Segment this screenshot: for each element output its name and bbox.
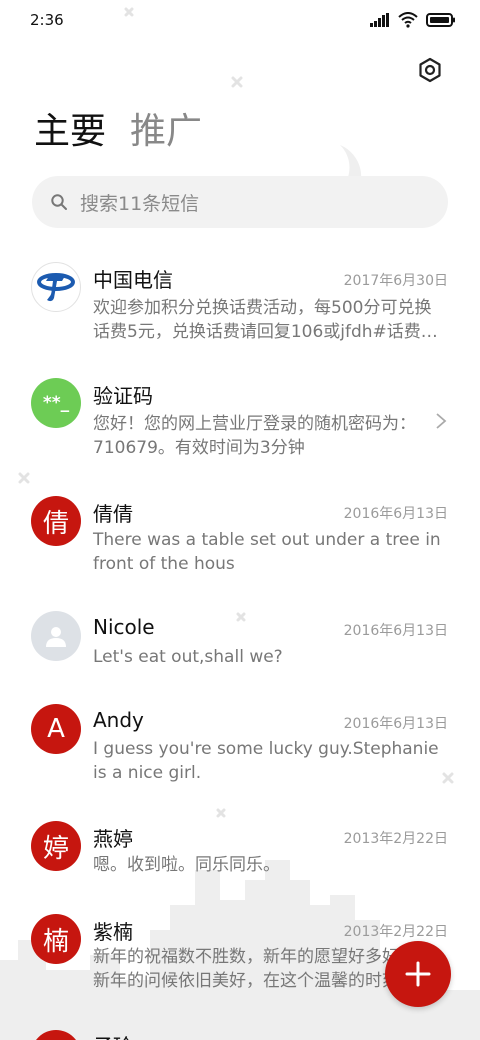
avatar: **_ xyxy=(31,378,81,428)
message-item[interactable]: **_ 验证码 您好！您的网上营业厅登录的随机密码为：710679。有效时间为3… xyxy=(0,370,480,470)
gear-icon xyxy=(419,57,441,83)
tab-primary[interactable]: 主要 xyxy=(34,108,106,156)
message-sender: 燕婷 xyxy=(93,827,133,851)
avatar xyxy=(31,262,81,312)
signal-icon xyxy=(370,13,389,27)
message-preview: 欢迎参加积分兑换话费活动，每500分可兑换话费5元，兑换话费请回复106或jfd… xyxy=(93,298,438,342)
message-item[interactable]: 中国电信 2017年6月30日 欢迎参加积分兑换话费活动，每500分可兑换话费5… xyxy=(0,250,480,360)
message-sender: Nicole xyxy=(93,615,155,639)
chevron-right-icon[interactable] xyxy=(434,412,448,430)
avatar-text: **_ xyxy=(42,393,70,413)
message-date: 2013年2月22日 xyxy=(343,831,448,847)
status-time: 2:36 xyxy=(30,11,64,29)
avatar-text: 倩 xyxy=(42,508,69,539)
message-sender: 倩倩 xyxy=(93,502,133,526)
china-telecom-logo-icon xyxy=(37,273,75,302)
message-date: 2017年6月30日 xyxy=(343,273,448,289)
message-sender: 子玲 xyxy=(93,1030,133,1040)
search-icon xyxy=(51,194,67,210)
search-placeholder: 搜索11条短信 xyxy=(80,192,200,215)
status-bar: 2:36 xyxy=(0,0,480,42)
avatar: 楠 xyxy=(31,914,81,964)
message-preview: I guess you're some lucky guy.Stephanie … xyxy=(93,739,439,783)
message-item[interactable]: A Andy 2016年6月13日 I guess you're some lu… xyxy=(0,700,480,800)
message-date: 2016年6月13日 xyxy=(343,716,448,732)
message-sender: Andy xyxy=(93,708,144,732)
message-item[interactable]: Nicole 2016年6月13日 Let's eat out,shall we… xyxy=(0,605,480,685)
message-preview: There was a table set out under a tree i… xyxy=(93,530,441,574)
wifi-icon xyxy=(398,12,418,28)
avatar: 婷 xyxy=(31,821,81,871)
avatar-text: 婷 xyxy=(42,833,69,864)
tab-promotions[interactable]: 推广 xyxy=(130,108,202,156)
tab-bar: 主要 推广 xyxy=(34,108,202,156)
message-item[interactable]: 婷 燕婷 2013年2月22日 嗯。收到啦。同乐同乐。 xyxy=(0,815,480,895)
message-date: 2016年6月13日 xyxy=(343,623,448,639)
message-preview: 嗯。收到啦。同乐同乐。 xyxy=(93,855,280,875)
compose-button[interactable] xyxy=(385,941,451,1007)
avatar xyxy=(31,611,81,661)
avatar: 倩 xyxy=(31,496,81,546)
message-item[interactable]: 倩 倩倩 2016年6月13日 There was a table set ou… xyxy=(0,488,480,588)
search-bar[interactable]: 搜索11条短信 xyxy=(32,176,448,228)
message-sender: 中国电信 xyxy=(93,268,173,292)
message-sender: 验证码 xyxy=(93,384,153,408)
message-item[interactable]: 子玲 xyxy=(0,1022,480,1040)
settings-button[interactable] xyxy=(416,56,444,84)
message-preview: Let's eat out,shall we? xyxy=(93,647,283,667)
avatar-text: A xyxy=(47,714,65,744)
person-icon xyxy=(46,627,66,647)
status-icons xyxy=(370,12,456,28)
battery-icon xyxy=(426,13,455,27)
avatar xyxy=(31,1030,81,1040)
plus-icon xyxy=(405,961,431,987)
message-preview: 您好！您的网上营业厅登录的随机密码为：710679。有效时间为3分钟 xyxy=(93,414,416,458)
message-sender: 紫楠 xyxy=(93,920,133,944)
message-date: 2013年2月22日 xyxy=(343,924,448,940)
avatar-text: 楠 xyxy=(42,926,69,957)
avatar: A xyxy=(31,704,81,754)
message-date: 2016年6月13日 xyxy=(343,506,448,522)
